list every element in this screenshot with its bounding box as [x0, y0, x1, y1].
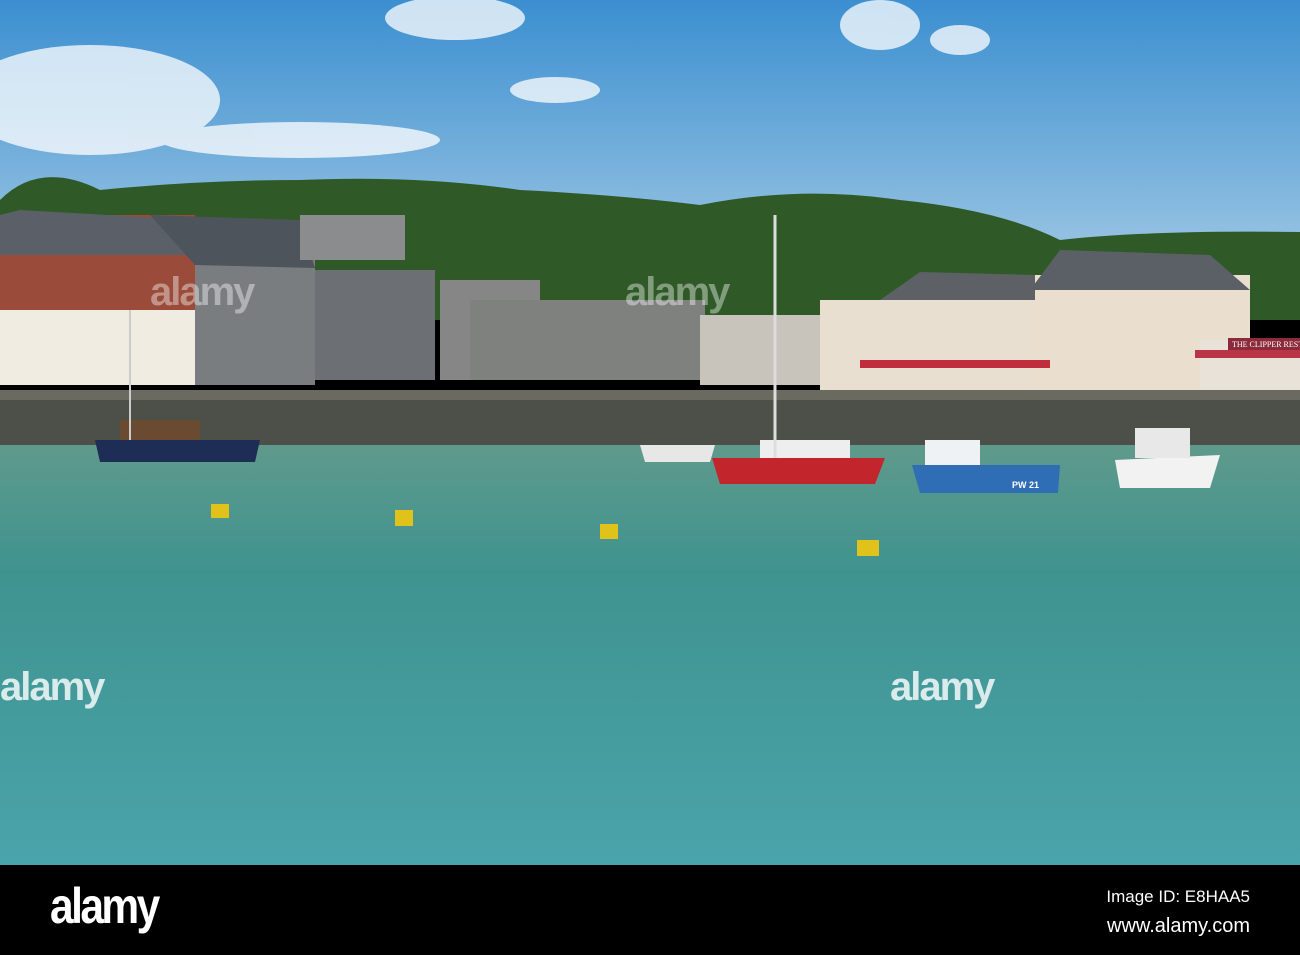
harbour-photo: THE CLIPPER RESTA PW 21	[0, 0, 1300, 865]
alamy-logo: alamy	[50, 878, 160, 934]
watermark: alamy	[0, 665, 105, 709]
footer-bar: alamy Image ID: E8HAA5 www.alamy.com	[0, 865, 1300, 955]
boat-registration: PW 21	[1012, 480, 1039, 490]
image-id: Image ID: E8HAA5	[1106, 887, 1250, 906]
site-url[interactable]: www.alamy.com	[1107, 915, 1250, 938]
watermark: alamy	[890, 665, 995, 709]
water	[0, 445, 1300, 865]
restaurant-sign: THE CLIPPER RESTA	[1232, 340, 1300, 349]
watermark: alamy	[150, 270, 255, 314]
watermark: alamy	[625, 270, 730, 314]
